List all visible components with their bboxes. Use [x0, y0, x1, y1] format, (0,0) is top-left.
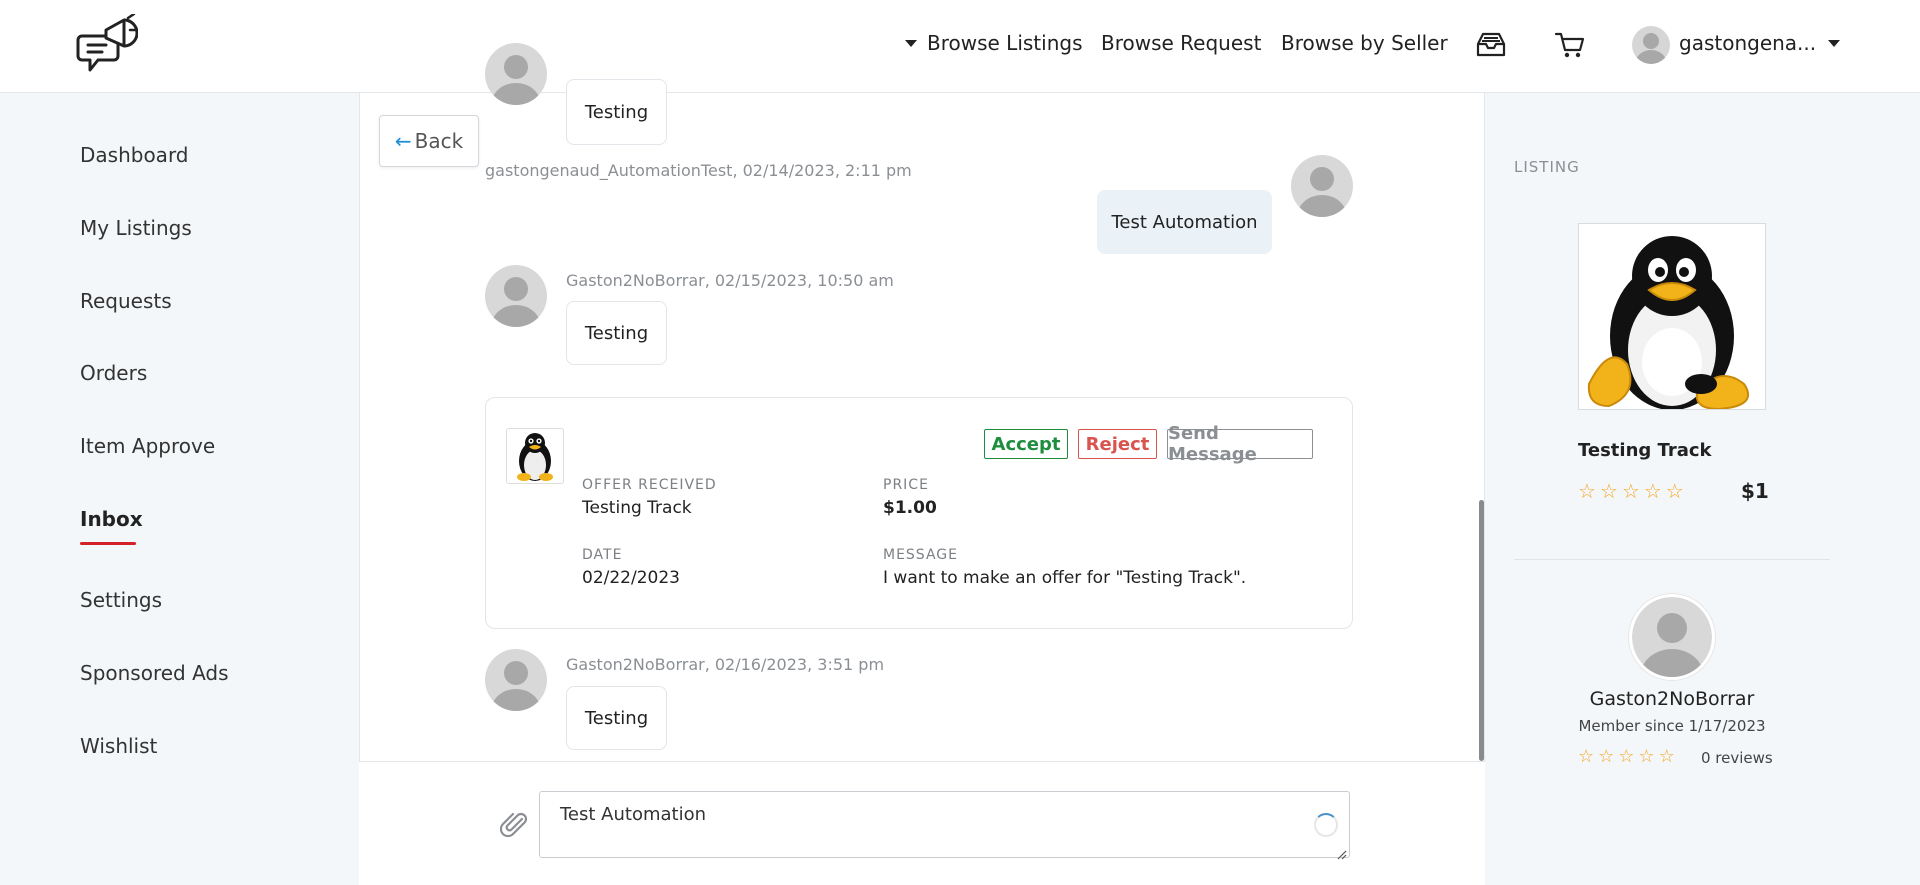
inbox-tray-icon[interactable] — [1474, 30, 1508, 60]
price-label: PRICE — [883, 477, 929, 493]
seller-avatar[interactable] — [1629, 594, 1715, 680]
top-header: Browse Listings Browse Request Browse by… — [0, 0, 1920, 93]
message-meta: Gaston2NoBorrar, 02/15/2023, 10:50 am — [566, 271, 894, 290]
message-input[interactable] — [539, 791, 1350, 858]
seller-name[interactable]: Gaston2NoBorrar — [1589, 688, 1755, 710]
logo-icon[interactable] — [76, 12, 139, 78]
active-indicator — [80, 542, 136, 545]
sidebar-item-my-listings[interactable]: My Listings — [80, 216, 192, 240]
message-bubble: Testing — [566, 79, 667, 145]
send-message-button[interactable]: Send Message — [1167, 423, 1313, 465]
resize-grip-icon[interactable] — [1337, 845, 1347, 860]
listing-price: $1 — [1741, 479, 1769, 503]
message-bubble: Testing — [566, 686, 667, 750]
date-label: DATE — [582, 547, 623, 563]
caret-down-icon — [905, 39, 917, 47]
back-button[interactable]: ← Back — [379, 115, 479, 167]
message-label: MESSAGE — [883, 547, 958, 563]
sidebar-item-requests[interactable]: Requests — [80, 289, 172, 313]
nav-browse-listings-label: Browse Listings — [927, 31, 1083, 55]
nav-browse-request[interactable]: Browse Request — [1101, 31, 1261, 55]
seller-rating: ☆ ☆ ☆ ☆ ☆ — [1578, 748, 1675, 766]
sidebar-item-dashboard[interactable]: Dashboard — [80, 143, 189, 167]
star-outline-icon: ☆ — [1598, 746, 1615, 767]
listing-thumbnail[interactable] — [506, 428, 564, 484]
avatar — [485, 43, 547, 105]
sidebar — [0, 93, 358, 885]
star-outline-icon: ☆ — [1621, 479, 1640, 503]
listing-heading: LISTING — [1514, 158, 1580, 176]
avatar — [485, 265, 547, 327]
cart-icon[interactable] — [1553, 30, 1587, 60]
offer-received-value: Testing Track — [582, 498, 692, 518]
nav-browse-listings[interactable]: Browse Listings — [905, 31, 1083, 55]
offer-received-label: OFFER RECEIVED — [582, 477, 717, 493]
member-since: Member since 1/17/2023 — [1578, 717, 1766, 735]
nav-browse-by-seller[interactable]: Browse by Seller — [1281, 31, 1448, 55]
avatar — [1291, 155, 1353, 217]
message-meta: Gaston2NoBorrar, 02/16/2023, 3:51 pm — [566, 655, 885, 674]
caret-down-icon — [1828, 39, 1841, 47]
star-outline-icon: ☆ — [1658, 746, 1675, 767]
star-outline-icon: ☆ — [1578, 746, 1595, 767]
message-bubble: Testing — [566, 301, 667, 365]
star-outline-icon: ☆ — [1599, 479, 1618, 503]
star-outline-icon: ☆ — [1643, 479, 1662, 503]
back-label: Back — [414, 129, 464, 153]
accept-button[interactable]: Accept — [984, 429, 1068, 459]
divider — [1514, 559, 1830, 560]
listing-image[interactable] — [1578, 223, 1766, 410]
reviews-count[interactable]: 0 reviews — [1701, 749, 1773, 767]
message-bubble-own: Test Automation — [1097, 190, 1272, 254]
offer-card: Accept Reject Send Message OFFER RECEIVE… — [485, 397, 1353, 629]
reject-button[interactable]: Reject — [1078, 429, 1157, 459]
sidebar-item-inbox[interactable]: Inbox — [80, 507, 143, 531]
sidebar-item-settings[interactable]: Settings — [80, 588, 162, 612]
avatar — [485, 649, 547, 711]
message-value: I want to make an offer for "Testing Tra… — [883, 568, 1247, 588]
username-label: gastongena... — [1679, 31, 1817, 55]
sidebar-item-orders[interactable]: Orders — [80, 361, 147, 385]
date-value: 02/22/2023 — [582, 568, 680, 588]
listing-title[interactable]: Testing Track — [1578, 440, 1712, 461]
sidebar-item-sponsored-ads[interactable]: Sponsored Ads — [80, 661, 229, 685]
message-meta: gastongenaud_AutomationTest, 02/14/2023,… — [485, 161, 912, 180]
star-outline-icon: ☆ — [1665, 479, 1684, 503]
listing-rating: ☆ ☆ ☆ ☆ ☆ — [1578, 481, 1684, 501]
star-outline-icon: ☆ — [1618, 746, 1635, 767]
star-outline-icon: ☆ — [1638, 746, 1655, 767]
loading-spinner-icon — [1314, 813, 1338, 837]
price-value: $1.00 — [883, 498, 937, 518]
arrow-left-icon: ← — [394, 129, 412, 153]
user-menu[interactable]: gastongena... — [1679, 31, 1841, 55]
sidebar-item-wishlist[interactable]: Wishlist — [80, 734, 157, 758]
star-outline-icon: ☆ — [1578, 479, 1596, 503]
sidebar-item-item-approve[interactable]: Item Approve — [80, 434, 215, 458]
paperclip-icon[interactable] — [499, 810, 530, 840]
chat-scrollbar[interactable] — [1479, 500, 1484, 761]
user-avatar[interactable] — [1632, 26, 1670, 64]
